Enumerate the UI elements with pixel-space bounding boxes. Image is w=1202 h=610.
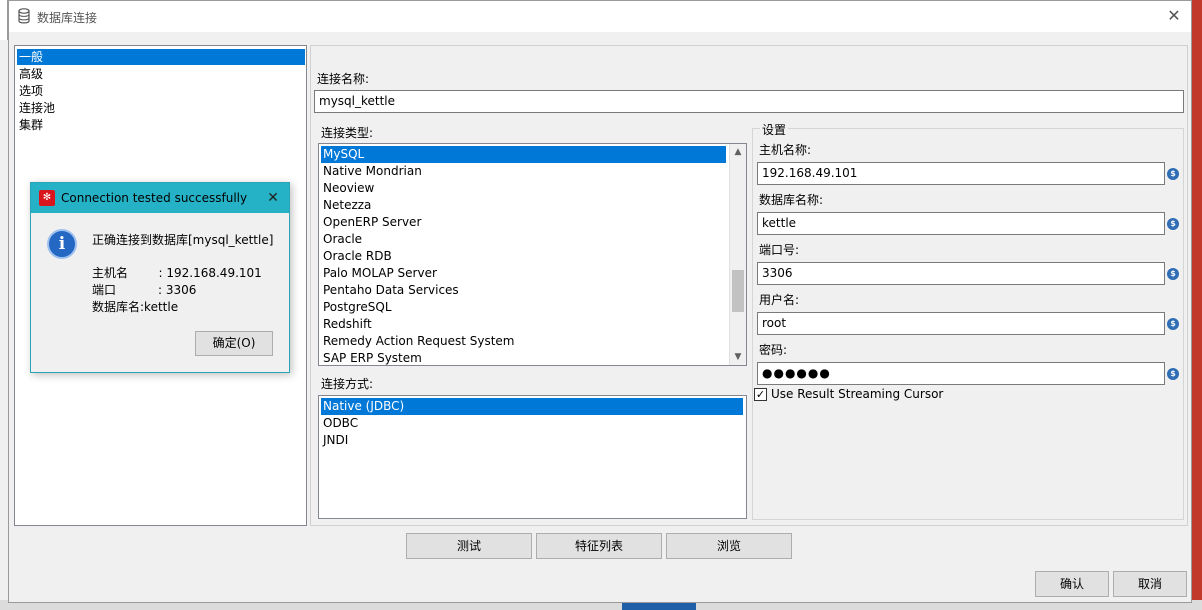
dialog-close-icon[interactable]: ✕ (263, 188, 283, 208)
list-item-native-jdbc[interactable]: Native (JDBC) (321, 398, 743, 415)
pentaho-logo-icon: ✻ (39, 190, 55, 206)
access-method-list[interactable]: Native (JDBC) ODBC JNDI (318, 395, 747, 519)
access-method-label: 连接方式: (321, 377, 374, 391)
list-item[interactable]: Remedy Action Request System (321, 333, 515, 350)
database-name-input[interactable]: kettle (757, 212, 1165, 235)
connection-name-input[interactable]: mysql_kettle (314, 90, 1184, 113)
streaming-cursor-checkbox[interactable]: ✓ (754, 388, 767, 401)
host-label: 主机名称: (759, 143, 812, 157)
connection-success-dialog: ✻ Connection tested successfully ✕ i 正确连… (30, 182, 290, 373)
connection-type-scrollbar[interactable]: ▲ ▼ (729, 144, 746, 365)
info-icon: i (47, 229, 77, 259)
list-item[interactable]: Netezza (321, 197, 371, 214)
title-bar: 数据库连接 ✕ (9, 1, 1191, 32)
list-item[interactable]: Redshift (321, 316, 372, 333)
general-settings-panel: 连接名称: mysql_kettle 连接类型: MySQL Native Mo… (310, 45, 1188, 526)
dialog-host-line: 主机名 : 192.168.49.101 (92, 266, 262, 280)
scroll-up-arrow-icon[interactable]: ▲ (730, 144, 746, 160)
password-label: 密码: (759, 343, 788, 357)
window-title: 数据库连接 (37, 11, 98, 25)
test-button[interactable]: 测试 (406, 533, 532, 559)
variable-icon[interactable]: $ (1167, 218, 1179, 230)
list-item-odbc[interactable]: ODBC (321, 415, 358, 432)
password-input[interactable]: ●●●●●● (757, 362, 1165, 385)
feature-list-button[interactable]: 特征列表 (536, 533, 662, 559)
connection-name-label: 连接名称: (317, 72, 370, 86)
background-window-edge (0, 0, 8, 40)
list-item[interactable]: Palo MOLAP Server (321, 265, 437, 282)
connection-type-list[interactable]: MySQL Native Mondrian Neoview Netezza Op… (318, 143, 747, 366)
streaming-cursor-label: Use Result Streaming Cursor (771, 387, 944, 401)
dialog-title-bar: ✻ Connection tested successfully ✕ (31, 183, 289, 213)
list-item[interactable]: Native Mondrian (321, 163, 422, 180)
port-label: 端口号: (759, 243, 800, 257)
dialog-ok-button[interactable]: 确定(O) (195, 331, 273, 356)
cancel-button[interactable]: 取消 (1113, 571, 1187, 597)
database-icon (18, 8, 30, 24)
explore-button[interactable]: 浏览 (666, 533, 792, 559)
scroll-down-arrow-icon[interactable]: ▼ (730, 349, 746, 365)
variable-icon[interactable]: $ (1167, 268, 1179, 280)
ok-button[interactable]: 确认 (1035, 571, 1109, 597)
nav-item-general[interactable]: 一般 (17, 49, 305, 65)
nav-item-options[interactable]: 选项 (17, 83, 305, 99)
nav-item-advanced[interactable]: 高级 (17, 66, 305, 82)
list-item-jndi[interactable]: JNDI (321, 432, 348, 449)
list-item-mysql[interactable]: MySQL (321, 146, 726, 163)
connection-type-label: 连接类型: (321, 126, 374, 140)
database-name-label: 数据库名称: (759, 193, 824, 207)
settings-group-title: 设置 (760, 121, 789, 138)
nav-item-clustering[interactable]: 集群 (17, 117, 305, 133)
background-taskbar-item (622, 603, 696, 610)
variable-icon[interactable]: $ (1167, 318, 1179, 330)
host-input[interactable]: 192.168.49.101 (757, 162, 1165, 185)
list-item[interactable]: SAP ERP System (321, 350, 422, 365)
list-item[interactable]: Pentaho Data Services (321, 282, 459, 299)
scroll-thumb[interactable] (732, 270, 744, 312)
variable-icon[interactable]: $ (1167, 168, 1179, 180)
username-input[interactable]: root (757, 312, 1165, 335)
dialog-message: 正确连接到数据库[mysql_kettle] (92, 233, 274, 247)
username-label: 用户名: (759, 293, 800, 307)
dialog-db-line: 数据库名:kettle (92, 300, 179, 314)
list-item[interactable]: Oracle (321, 231, 362, 248)
list-item[interactable]: Neoview (321, 180, 374, 197)
list-item[interactable]: PostgreSQL (321, 299, 392, 316)
list-item[interactable]: Oracle RDB (321, 248, 392, 265)
variable-icon[interactable]: $ (1167, 368, 1179, 380)
settings-group: 设置 主机名称: 192.168.49.101 $ 数据库名称: kettle … (752, 121, 1184, 520)
dialog-title: Connection tested successfully (61, 191, 248, 205)
window-close-icon[interactable]: ✕ (1163, 5, 1185, 27)
nav-item-pooling[interactable]: 连接池 (17, 100, 305, 116)
list-item[interactable]: OpenERP Server (321, 214, 421, 231)
port-input[interactable]: 3306 (757, 262, 1165, 285)
dialog-port-line: 端口 : 3306 (92, 283, 197, 297)
